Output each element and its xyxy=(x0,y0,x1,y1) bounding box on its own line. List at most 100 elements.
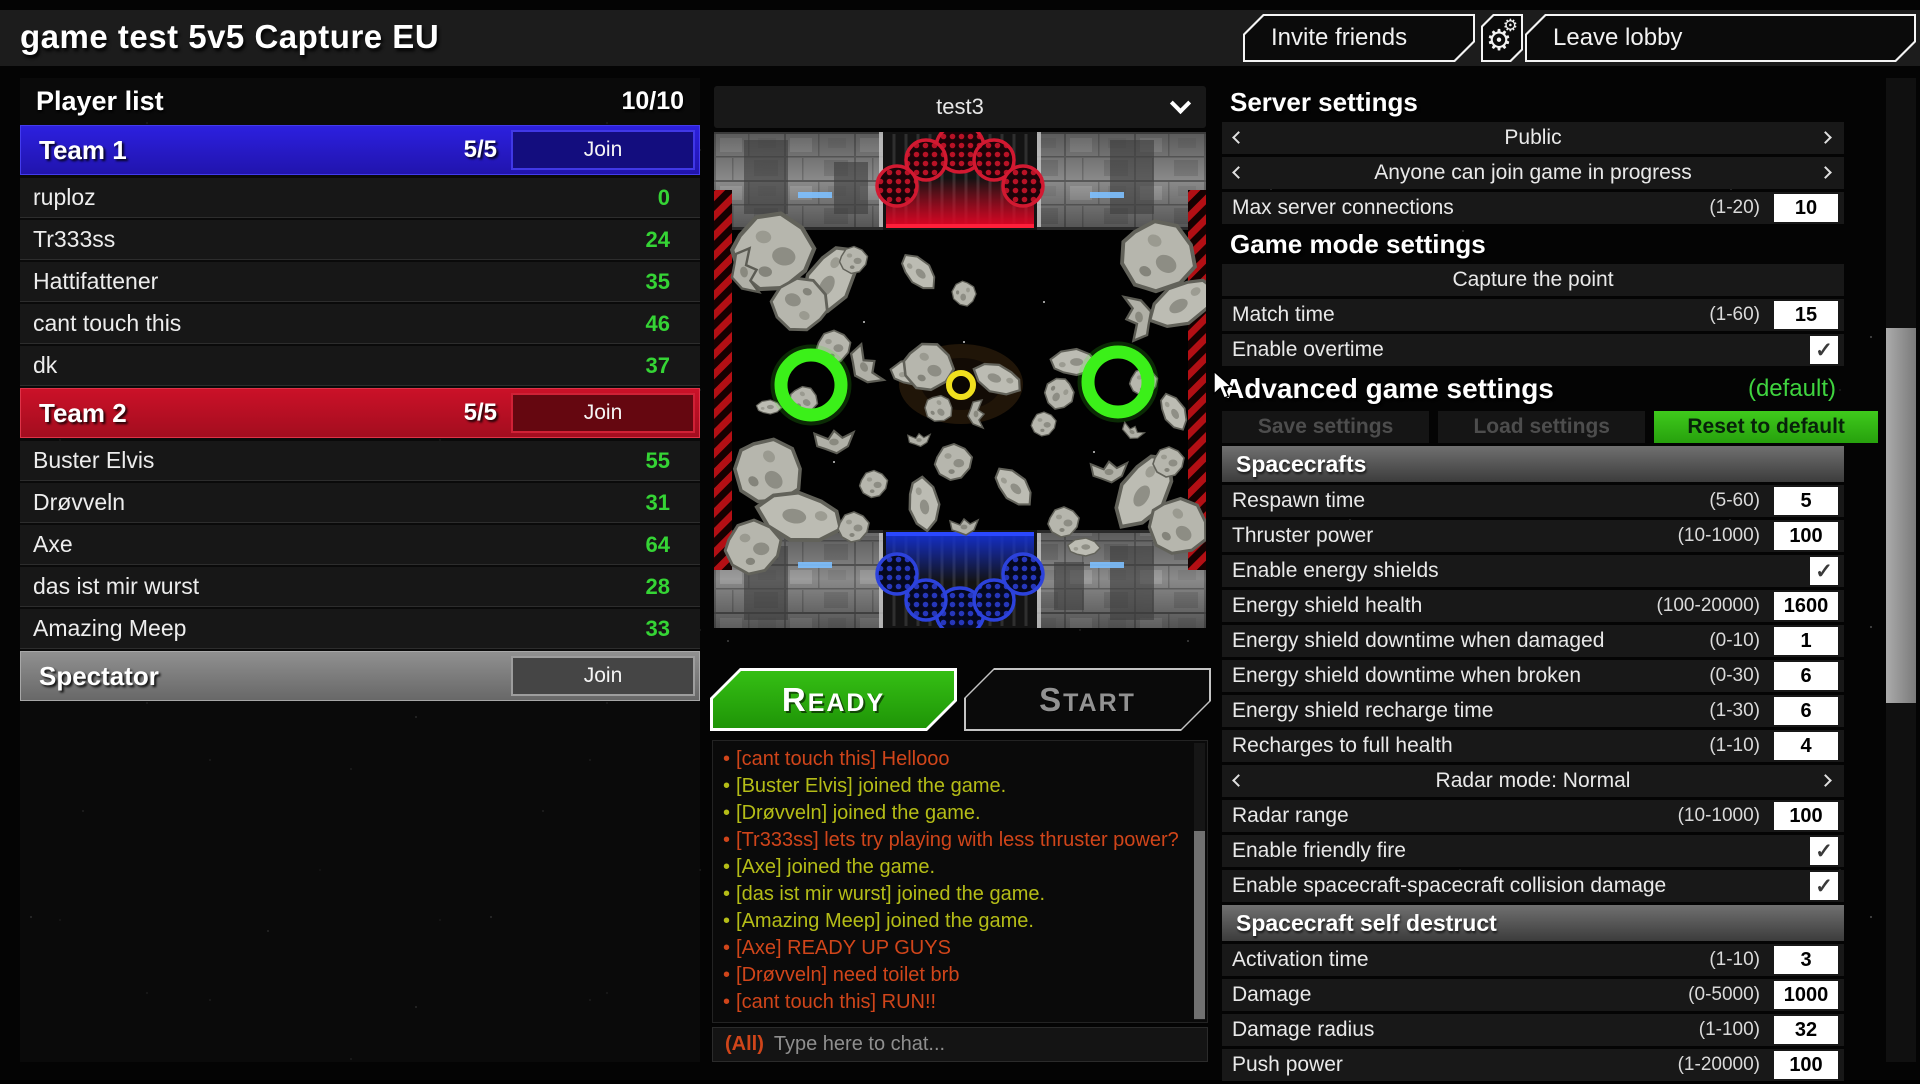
value-range: (1-20) xyxy=(1709,197,1760,219)
value-range: (1-20000) xyxy=(1678,1054,1760,1076)
game-mode-selector[interactable]: Capture the point xyxy=(1222,264,1844,296)
arrow-left-icon[interactable] xyxy=(1232,166,1245,179)
shield-downtime-damaged-input[interactable]: 1 xyxy=(1774,627,1838,655)
radar-mode-value: Radar mode: Normal xyxy=(1436,769,1631,793)
value-range: (0-30) xyxy=(1709,665,1760,687)
chat-input-row: (All) xyxy=(712,1027,1208,1062)
team1-header: Team 1 5/5 Join xyxy=(20,125,700,175)
max-connections-input[interactable]: 10 xyxy=(1774,194,1838,222)
team2-header: Team 2 5/5 Join xyxy=(20,388,700,438)
player-row: Axe64 xyxy=(20,525,700,565)
map-preview xyxy=(714,132,1206,628)
arrow-right-icon[interactable] xyxy=(1819,774,1832,787)
shield-downtime-broken-input[interactable]: 6 xyxy=(1774,662,1838,690)
join-policy-selector: Anyone can join game in progress xyxy=(1222,157,1844,189)
player-row: Tr333ss24 xyxy=(20,220,700,260)
save-settings-button[interactable]: Save settings xyxy=(1222,411,1429,443)
check-icon: ✓ xyxy=(1815,559,1833,584)
arrow-right-icon[interactable] xyxy=(1819,166,1832,179)
settings-panel: Server settings Public Anyone can join g… xyxy=(1222,85,1844,1084)
player-list-title: Player list xyxy=(36,86,164,117)
value-range: (1-10) xyxy=(1709,735,1760,757)
push-power-input[interactable]: 100 xyxy=(1774,1051,1838,1079)
value-range: (10-1000) xyxy=(1678,525,1760,547)
default-badge: (default) xyxy=(1748,375,1836,403)
player-score: 55 xyxy=(646,448,670,474)
player-score: 28 xyxy=(646,574,670,600)
arrow-left-icon[interactable] xyxy=(1232,774,1245,787)
start-button[interactable]: START xyxy=(964,668,1211,731)
chevron-down-icon xyxy=(1170,93,1191,114)
enable-collision-damage-checkbox[interactable]: ✓ xyxy=(1810,872,1838,900)
chat-input[interactable] xyxy=(774,1033,1207,1056)
settings-scrollbar-thumb[interactable] xyxy=(1886,328,1916,703)
player-score: 0 xyxy=(658,185,670,211)
enable-friendly-fire-row: Enable friendly fire ✓ xyxy=(1222,835,1844,867)
shield-downtime-damaged-row: Energy shield downtime when damaged (0-1… xyxy=(1222,625,1844,657)
value-range: (1-60) xyxy=(1709,304,1760,326)
map-select-dropdown[interactable]: test3 xyxy=(714,86,1206,128)
player-score: 24 xyxy=(646,227,670,253)
chat-message: •[Buster Elvis] joined the game. xyxy=(713,773,1207,800)
team1-capacity: 5/5 xyxy=(464,136,497,164)
chat-scrollbar[interactable] xyxy=(1194,743,1205,1020)
radar-mode-selector: Radar mode: Normal xyxy=(1222,765,1844,797)
player-row: Amazing Meep33 xyxy=(20,609,700,649)
energy-shield-health-input[interactable]: 1600 xyxy=(1774,592,1838,620)
ready-button[interactable]: READY xyxy=(710,668,957,731)
damage-radius-input[interactable]: 32 xyxy=(1774,1016,1838,1044)
chat-message: •[Drøvveln] need toilet brb xyxy=(713,962,1207,989)
arrow-right-icon[interactable] xyxy=(1819,131,1832,144)
chat-message: •[Amazing Meep] joined the game. xyxy=(713,908,1207,935)
respawn-time-input[interactable]: 5 xyxy=(1774,487,1838,515)
leave-lobby-button[interactable]: Leave lobby xyxy=(1525,14,1916,62)
team2-join-button[interactable]: Join xyxy=(511,393,695,433)
check-icon: ✓ xyxy=(1815,874,1833,899)
server-visibility-selector: Public xyxy=(1222,122,1844,154)
value-range: (100-20000) xyxy=(1656,595,1760,617)
chat-message: •[cant touch this] RUN!! xyxy=(713,989,1207,1016)
settings-buttons-row: Save settings Load settings Reset to def… xyxy=(1222,411,1878,443)
arrow-left-icon[interactable] xyxy=(1232,131,1245,144)
activation-time-input[interactable]: 3 xyxy=(1774,946,1838,974)
enable-overtime-checkbox[interactable]: ✓ xyxy=(1810,336,1838,364)
value-range: (5-60) xyxy=(1709,490,1760,512)
recharges-to-full-input[interactable]: 4 xyxy=(1774,732,1838,760)
value-range: (10-1000) xyxy=(1678,805,1760,827)
settings-button[interactable]: ⚙ ⚙ xyxy=(1481,14,1523,62)
team1-join-button[interactable]: Join xyxy=(511,130,695,170)
damage-row: Damage (0-5000) 1000 xyxy=(1222,979,1844,1011)
spectator-join-button[interactable]: Join xyxy=(511,656,695,696)
value-range: (0-10) xyxy=(1709,630,1760,652)
load-settings-button[interactable]: Load settings xyxy=(1438,411,1645,443)
damage-input[interactable]: 1000 xyxy=(1774,981,1838,1009)
enable-friendly-fire-checkbox[interactable]: ✓ xyxy=(1810,837,1838,865)
enable-overtime-row: Enable overtime ✓ xyxy=(1222,334,1844,366)
invite-friends-label: Invite friends xyxy=(1271,24,1407,52)
reset-to-default-button[interactable]: Reset to default xyxy=(1654,411,1878,443)
recharges-to-full-row: Recharges to full health (1-10) 4 xyxy=(1222,730,1844,762)
match-time-input[interactable]: 15 xyxy=(1774,301,1838,329)
player-list-panel: Player list 10/10 Team 1 5/5 Join ruploz… xyxy=(20,78,700,1062)
match-time-row: Match time (1-60) 15 xyxy=(1222,299,1844,331)
self-destruct-section-header: Spacecraft self destruct xyxy=(1222,905,1844,941)
chat-message: •[Tr333ss] lets try playing with less th… xyxy=(713,827,1207,854)
top-bar: game test 5v5 Capture EU Invite friends … xyxy=(0,10,1920,66)
spacecrafts-section-header: Spacecrafts xyxy=(1222,446,1844,482)
thruster-power-input[interactable]: 100 xyxy=(1774,522,1838,550)
max-connections-row: Max server connections (1-20) 10 xyxy=(1222,192,1844,224)
shield-downtime-broken-row: Energy shield downtime when broken (0-30… xyxy=(1222,660,1844,692)
shield-recharge-time-input[interactable]: 6 xyxy=(1774,697,1838,725)
chat-scrollbar-thumb[interactable] xyxy=(1194,831,1205,1019)
spectator-name: Spectator xyxy=(39,661,159,692)
settings-scrollbar[interactable] xyxy=(1886,78,1916,1062)
radar-range-input[interactable]: 100 xyxy=(1774,802,1838,830)
value-range: (1-100) xyxy=(1699,1019,1760,1041)
enable-energy-shields-checkbox[interactable]: ✓ xyxy=(1810,557,1838,585)
invite-friends-button[interactable]: Invite friends xyxy=(1243,14,1475,62)
chat-message: •[das ist mir wurst] joined the game. xyxy=(713,881,1207,908)
player-score: 64 xyxy=(646,532,670,558)
start-label: START xyxy=(1039,681,1136,719)
leave-lobby-label: Leave lobby xyxy=(1553,24,1682,52)
game-mode-value: Capture the point xyxy=(1452,268,1613,292)
